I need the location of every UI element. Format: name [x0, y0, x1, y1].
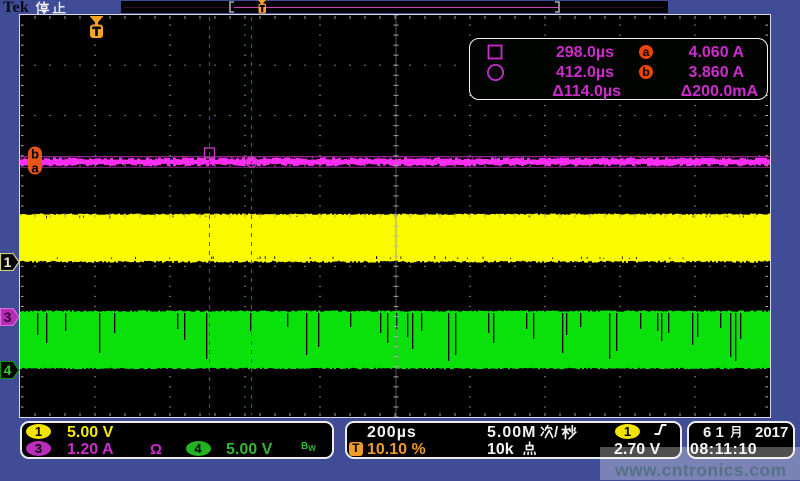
svg-text:a: a [31, 161, 39, 176]
svg-text:4: 4 [4, 362, 12, 378]
svg-text:b: b [31, 147, 39, 162]
svg-text:3: 3 [4, 309, 12, 325]
svg-text:1: 1 [4, 254, 12, 270]
